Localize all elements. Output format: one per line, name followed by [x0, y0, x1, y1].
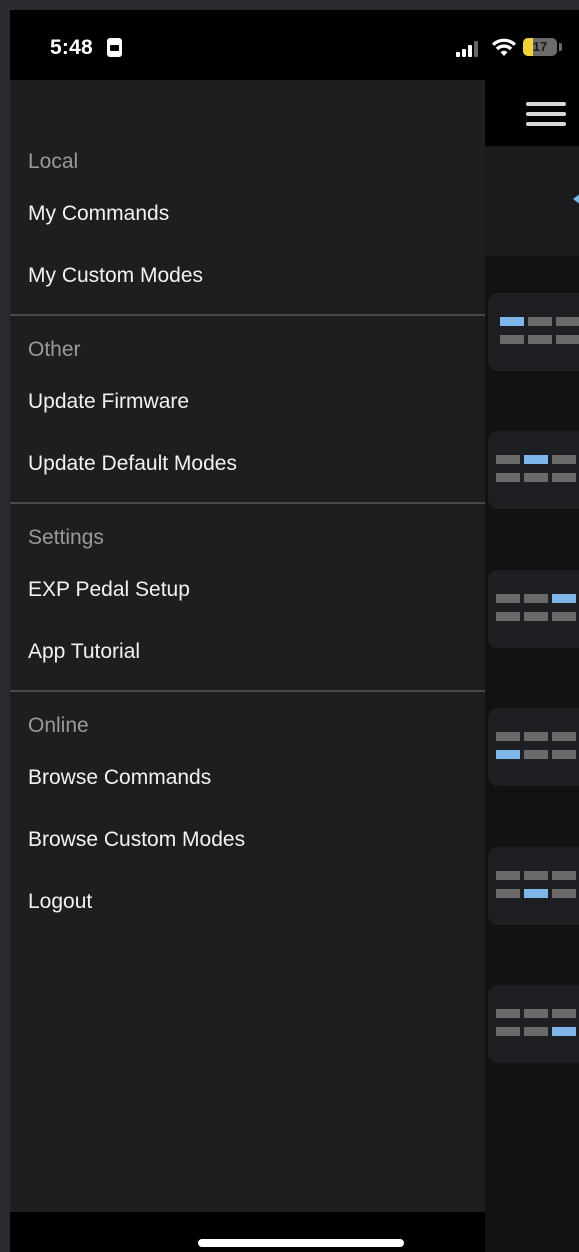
led-inactive: [496, 732, 520, 741]
led-active: [524, 889, 548, 898]
led-inactive: [496, 1009, 520, 1018]
divider: [10, 502, 485, 504]
led-inactive: [552, 750, 576, 759]
led-inactive: [524, 750, 548, 759]
cellular-signal-icon: [456, 41, 484, 57]
divider: [10, 314, 485, 316]
menu-item-logout[interactable]: Logout: [28, 890, 92, 914]
section-header-local: Local: [28, 150, 79, 173]
device-bezel-top: [0, 0, 579, 10]
phone-screen: 5:48 17 Local My Commands My Custom Mode…: [10, 10, 579, 1252]
led-inactive: [496, 455, 520, 464]
sim-card-icon: [107, 38, 122, 57]
divider: [10, 690, 485, 692]
menu-item-exp-pedal-setup[interactable]: EXP Pedal Setup: [28, 578, 190, 602]
led-inactive: [552, 473, 576, 482]
battery-icon: 17: [523, 38, 557, 56]
led-inactive: [524, 871, 548, 880]
status-time: 5:48: [50, 36, 93, 59]
led-inactive: [496, 871, 520, 880]
mode-card[interactable]: [488, 985, 579, 1063]
home-indicator[interactable]: [198, 1239, 404, 1247]
menu-item-update-default-modes[interactable]: Update Default Modes: [28, 452, 237, 476]
mode-card[interactable]: [488, 708, 579, 786]
hamburger-menu-icon[interactable]: [526, 102, 566, 126]
led-inactive: [496, 612, 520, 621]
menu-item-app-tutorial[interactable]: App Tutorial: [28, 640, 140, 664]
wifi-icon: [492, 38, 516, 56]
battery-tip: [559, 43, 562, 51]
menu-item-update-firmware[interactable]: Update Firmware: [28, 390, 189, 414]
mode-card[interactable]: [488, 570, 579, 648]
led-active: [524, 455, 548, 464]
led-active: [552, 594, 576, 603]
menu-item-browse-custom-modes[interactable]: Browse Custom Modes: [28, 828, 245, 852]
led-inactive: [552, 889, 576, 898]
device-bezel-left: [0, 0, 10, 1252]
mode-card[interactable]: [488, 847, 579, 925]
section-header-settings: Settings: [28, 526, 104, 549]
led-inactive: [524, 1009, 548, 1018]
led-inactive: [524, 612, 548, 621]
led-inactive: [524, 732, 548, 741]
led-inactive: [496, 473, 520, 482]
section-header-other: Other: [28, 338, 81, 361]
led-active: [552, 1027, 576, 1036]
mode-card[interactable]: [488, 293, 579, 371]
led-inactive: [496, 1027, 520, 1036]
led-active: [496, 750, 520, 759]
led-inactive: [524, 473, 548, 482]
led-inactive: [552, 455, 576, 464]
menu-item-my-custom-modes[interactable]: My Custom Modes: [28, 264, 203, 288]
led-inactive: [556, 335, 579, 344]
mode-card[interactable]: [488, 431, 579, 509]
led-inactive: [528, 335, 552, 344]
led-inactive: [552, 871, 576, 880]
led-inactive: [556, 317, 579, 326]
led-inactive: [524, 1027, 548, 1036]
menu-item-browse-commands[interactable]: Browse Commands: [28, 766, 211, 790]
status-bar: 5:48 17: [10, 10, 579, 80]
led-inactive: [528, 317, 552, 326]
led-inactive: [496, 889, 520, 898]
led-inactive: [552, 732, 576, 741]
menu-item-my-commands[interactable]: My Commands: [28, 202, 169, 226]
navigation-drawer: Local My Commands My Custom Modes Other …: [10, 80, 485, 1212]
led-inactive: [524, 594, 548, 603]
led-inactive: [552, 1009, 576, 1018]
led-active: [500, 317, 524, 326]
led-inactive: [496, 594, 520, 603]
section-header-online: Online: [28, 714, 89, 737]
led-inactive: [500, 335, 524, 344]
back-chevron-icon[interactable]: [573, 193, 579, 205]
app-sub-header: [485, 146, 579, 256]
battery-level: 17: [532, 39, 548, 54]
led-inactive: [552, 612, 576, 621]
